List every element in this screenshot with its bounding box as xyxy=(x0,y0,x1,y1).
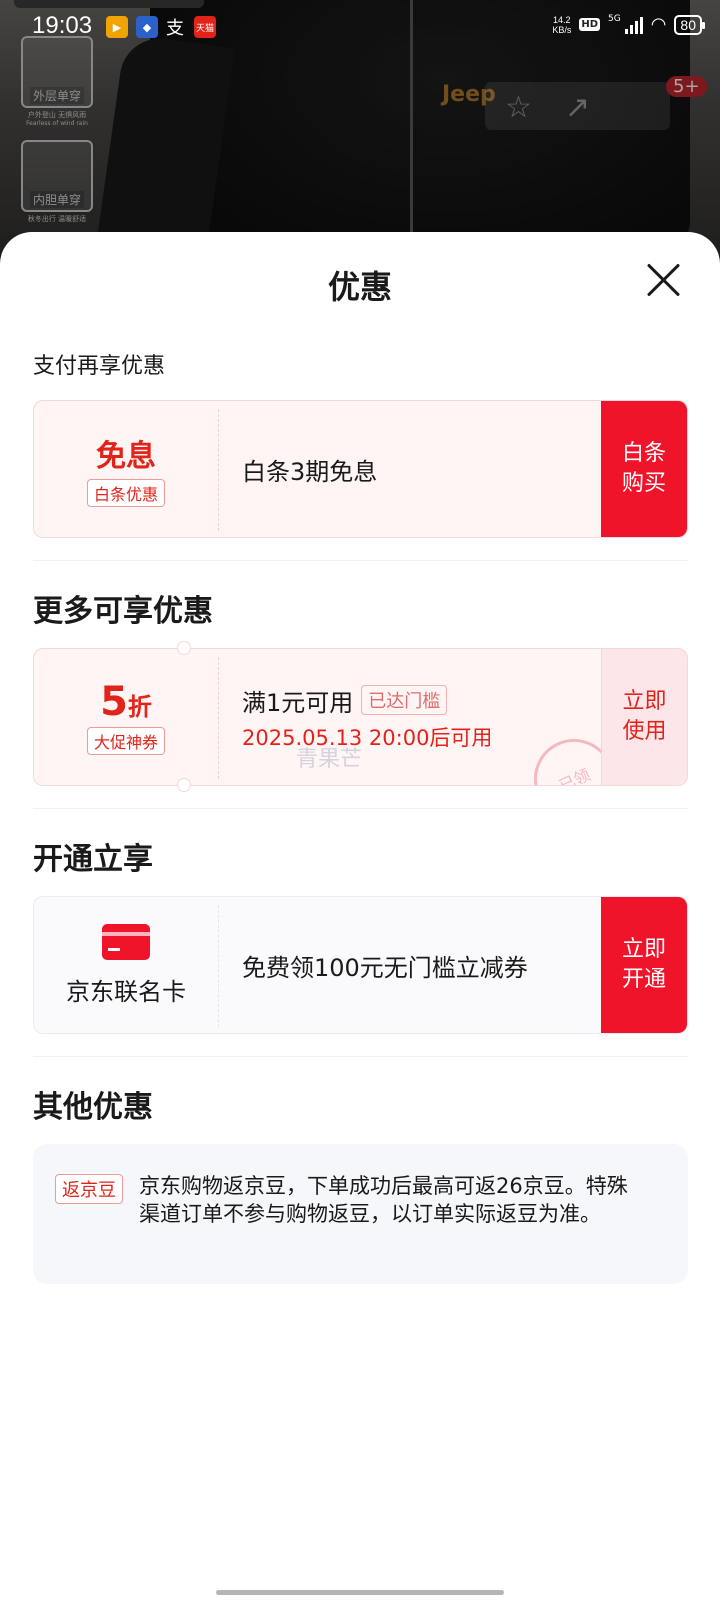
coupon-use-button[interactable]: 立即 使用 xyxy=(601,649,687,785)
alipay-icon: 支 xyxy=(166,18,184,39)
jingdou-info-box: 返京豆 京东购物返京豆，下单成功后最高可返26京豆。特殊渠道订单不参与购物返豆，… xyxy=(33,1144,688,1284)
bank-app-icon: ◆ xyxy=(136,16,158,38)
coupon-card[interactable]: 5折 大促神券 满1元可用 已达门槛 2025.05.13 20:00后可用 青… xyxy=(33,648,688,786)
coupon-notch xyxy=(177,778,191,792)
section-open-title: 开通立享 xyxy=(33,842,153,877)
baitiao-title: 免息 xyxy=(96,439,156,474)
divider xyxy=(33,808,688,809)
network-type: 5G xyxy=(608,13,621,24)
card-open-button[interactable]: 立即 开通 xyxy=(601,897,687,1033)
net-speed: 14.2 KB/s xyxy=(552,14,572,35)
section-more-title: 更多可享优惠 xyxy=(33,594,213,629)
home-indicator[interactable] xyxy=(216,1590,504,1595)
coupon-discount-number: 5 xyxy=(100,679,128,725)
status-bar: 19:03 ▶ ◆ 支 天猫 14.2 KB/s HD 5G ◠ 80 xyxy=(0,0,720,56)
signal-icon xyxy=(624,16,643,34)
video-app-icon: ▶ xyxy=(106,16,128,38)
clock: 19:03 xyxy=(32,12,93,39)
coupon-condition: 满1元可用 xyxy=(242,688,354,717)
divider xyxy=(33,1056,688,1057)
coupon-tag: 大促神券 xyxy=(86,727,165,755)
baitiao-buy-button[interactable]: 白条 购买 xyxy=(601,401,687,537)
baitiao-tag: 白条优惠 xyxy=(86,479,165,507)
coupon-status-tag: 已达门槛 xyxy=(361,685,448,715)
card-offer-title: 京东联名卡 xyxy=(66,977,186,1006)
hd-icon: HD xyxy=(579,18,600,31)
sheet-title: 优惠 xyxy=(327,268,392,306)
battery-icon: 80 xyxy=(674,14,705,35)
baitiao-text: 白条3期免息 xyxy=(242,457,378,486)
baitiao-offer-card[interactable]: 免息 白条优惠 白条3期免息 白条 购买 xyxy=(33,400,688,538)
watermark: 青果芒 xyxy=(296,747,363,772)
section-other-title: 其他优惠 xyxy=(33,1090,153,1125)
tmall-app-icon: 天猫 xyxy=(194,16,216,38)
coupon-discount-unit: 折 xyxy=(127,693,152,721)
coupon-notch xyxy=(177,641,191,655)
wifi-icon: ◠ xyxy=(650,14,667,35)
divider xyxy=(33,560,688,561)
section-pay-title: 支付再享优惠 xyxy=(33,354,166,379)
card-offer[interactable]: 京东联名卡 免费领100元无门槛立减券 立即 开通 xyxy=(33,896,688,1034)
coupon-valid-time: 2025.05.13 20:00后可用 xyxy=(242,725,493,750)
jingdou-text: 京东购物返京豆，下单成功后最高可返26京豆。特殊渠道订单不参与购物返豆，以订单实… xyxy=(139,1174,628,1226)
jingdou-tag: 返京豆 xyxy=(55,1174,123,1204)
card-offer-text: 免费领100元无门槛立减券 xyxy=(242,953,528,982)
close-icon[interactable] xyxy=(640,256,688,304)
credit-card-icon xyxy=(102,923,150,960)
discount-sheet: 优惠 支付再享优惠 免息 白条优惠 白条3期免息 白条 购买 更多可享优惠 5折… xyxy=(0,232,720,1600)
